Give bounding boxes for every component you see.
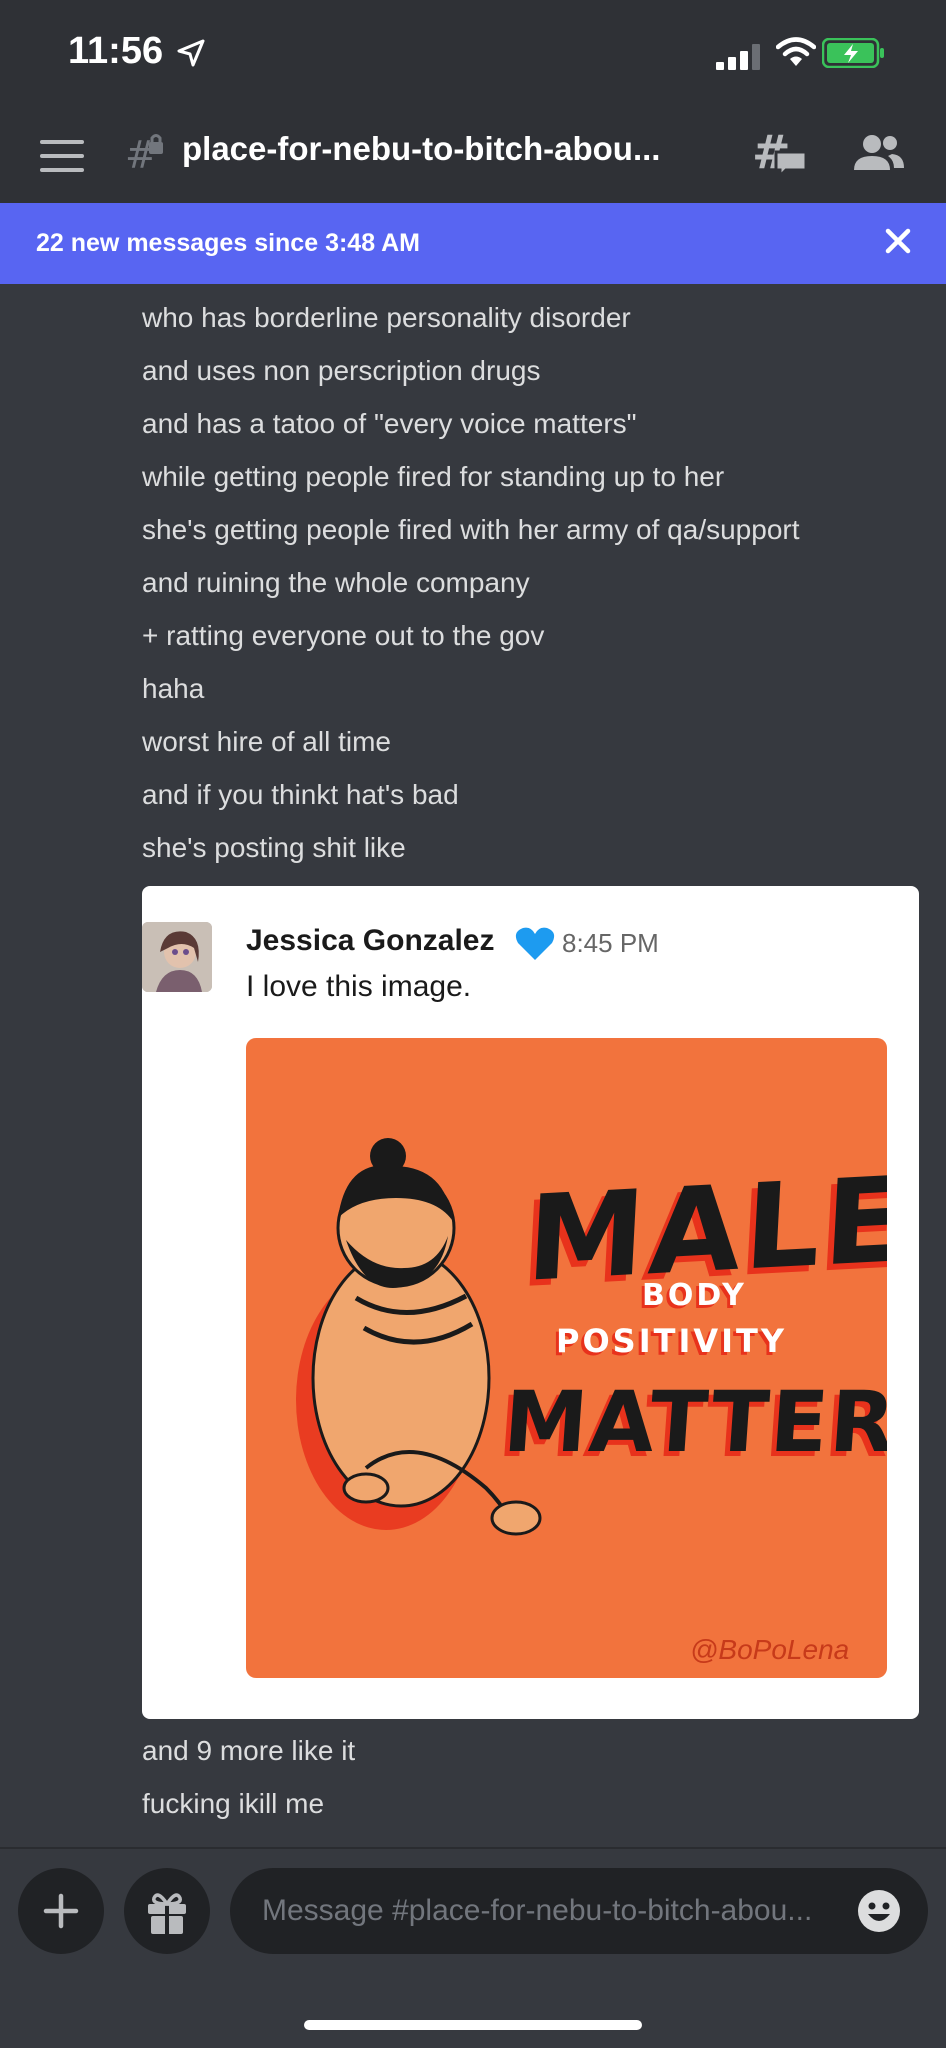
message-line[interactable]: while getting people fired for standing …	[142, 450, 922, 503]
avatar	[142, 922, 212, 992]
poster-credit: @BoPoLena	[690, 1634, 850, 1665]
message-line[interactable]: and has a tatoo of "every voice matters"	[142, 397, 922, 450]
message-line[interactable]: who has borderline personality disorder	[142, 291, 922, 344]
figure-illustration	[296, 1138, 542, 1536]
message-line[interactable]: she's posting shit like	[142, 821, 922, 874]
avatar-photo-icon	[142, 922, 212, 992]
message-input[interactable]: Message #place-for-nebu-to-bitch-abou...	[230, 1868, 928, 1954]
add-attachment-button[interactable]	[18, 1868, 104, 1954]
plus-icon	[43, 1893, 79, 1929]
message-list-after: and 9 more like it fucking ikill me	[142, 1724, 922, 1830]
battery-charging-icon	[822, 38, 884, 68]
message-image-attachment[interactable]: Jessica Gonzalez 8:45 PM I love this ima…	[142, 886, 919, 1719]
poster-title-matters: MATTERS	[500, 1373, 887, 1471]
message-line[interactable]: and uses non perscription drugs	[142, 344, 922, 397]
hamburger-menu-icon[interactable]	[40, 140, 84, 172]
message-input-placeholder: Message #place-for-nebu-to-bitch-abou...	[262, 1894, 813, 1927]
message-line[interactable]: + ratting everyone out to the gov	[142, 609, 922, 662]
embed-text: I love this image.	[246, 970, 472, 1003]
message-line[interactable]: fucking ikill me	[142, 1777, 922, 1830]
message-line[interactable]: worst hire of all time	[142, 715, 922, 768]
wifi-icon	[776, 37, 816, 66]
emoji-icon[interactable]	[856, 1888, 902, 1934]
message-line[interactable]: she's getting people fired with her army…	[142, 503, 922, 556]
poster-title-positivity: POSITIVITY	[556, 1322, 788, 1360]
gift-icon	[148, 1893, 186, 1934]
poster-title-body: BODY	[642, 1278, 747, 1313]
composer-divider	[0, 1847, 946, 1849]
locked-channel-icon: #	[125, 133, 163, 174]
new-messages-text: 22 new messages since 3:48 AM	[36, 229, 420, 257]
cell-signal-icon	[716, 44, 760, 70]
poster-image: MALE BODY POSITIVITY MATTERS @BoPoLena	[246, 1038, 887, 1678]
message-list: who has borderline personality disorder …	[142, 291, 922, 874]
threads-icon[interactable]: #	[752, 128, 808, 178]
message-line[interactable]: and 9 more like it	[142, 1724, 922, 1777]
members-icon[interactable]	[852, 134, 906, 172]
location-arrow-icon	[177, 39, 205, 67]
embed-author-name: Jessica Gonzalez	[246, 924, 495, 957]
gift-button[interactable]	[124, 1868, 210, 1954]
verified-heart-icon	[515, 927, 555, 960]
home-indicator	[304, 2020, 642, 2030]
message-line[interactable]: and ruining the whole company	[142, 556, 922, 609]
status-time: 11:56	[68, 30, 164, 72]
message-line[interactable]: and if you thinkt hat's bad	[142, 768, 922, 821]
message-line[interactable]: haha	[142, 662, 922, 715]
channel-title[interactable]: place-for-nebu-to-bitch-abou...	[182, 130, 660, 168]
close-icon[interactable]	[885, 228, 911, 254]
embed-timestamp: 8:45 PM	[562, 928, 659, 958]
